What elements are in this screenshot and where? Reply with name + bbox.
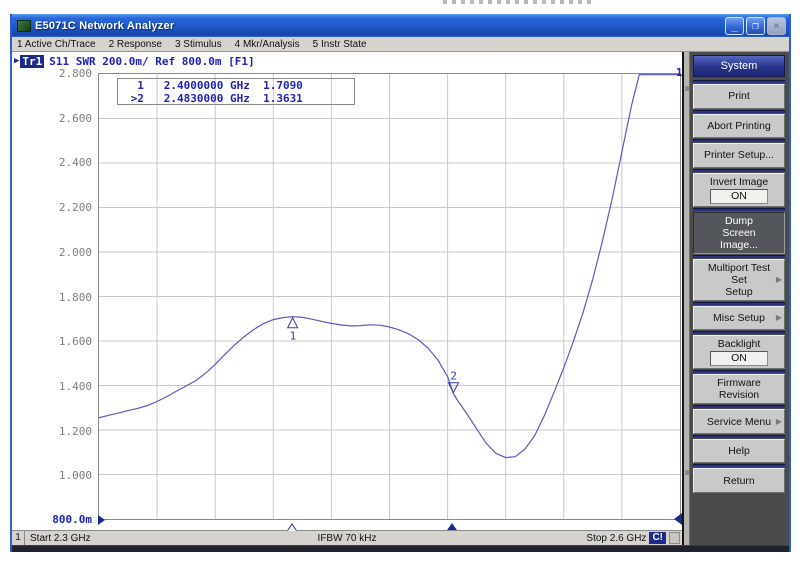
- softkey-separator: [693, 435, 785, 438]
- softkey-label: Service Menu: [707, 416, 771, 428]
- softkey-separator: [693, 139, 785, 142]
- softkey-toggle-state: ON: [710, 351, 768, 366]
- softkey-firmware-revision[interactable]: FirmwareRevision: [693, 374, 785, 404]
- cal-status-badge: C!: [649, 532, 666, 544]
- y-axis-reference-label: 800.0m: [14, 513, 92, 526]
- softkey-separator: [693, 331, 785, 334]
- softkey-misc-setup[interactable]: Misc Setup ▶: [693, 306, 785, 331]
- softkey-invert-image[interactable]: Invert ImageON: [693, 173, 785, 207]
- menu-item-1-active-ch-trace[interactable]: 1 Active Ch/Trace: [17, 39, 96, 50]
- marker-readout-row: >2 2.4830000 GHz 1.3631: [124, 92, 354, 105]
- trace-status-line[interactable]: ▶ Tr1 S11 SWR 200.0m/ Ref 800.0m [F1]: [14, 54, 255, 68]
- y-axis-label: 1.400: [14, 380, 92, 393]
- window-title: E5071C Network Analyzer: [35, 20, 725, 32]
- softkey-separator: [693, 255, 785, 258]
- softkey-label: Revision: [719, 389, 759, 401]
- instrument-screen: ▶ Tr1 S11 SWR 200.0m/ Ref 800.0m [F1] 12…: [12, 52, 682, 545]
- y-axis-label: 1.800: [14, 291, 92, 304]
- trace-id-chip: Tr1: [20, 55, 44, 68]
- softkey-label: Help: [728, 445, 750, 457]
- submenu-arrow-icon: ▶: [776, 416, 782, 428]
- channel-number: 1: [12, 531, 25, 545]
- softkey-multiport-test-set-setup[interactable]: Multiport Test SetSetup ▶: [693, 259, 785, 301]
- softkey-backlight[interactable]: BacklightON: [693, 335, 785, 369]
- app-window: E5071C Network Analyzer _ ❐ × 1 Active C…: [10, 14, 791, 552]
- softkey-sidebar: System Print Abort Printing Printer Setup..…: [682, 52, 789, 545]
- softkey-label: Abort Printing: [707, 120, 771, 132]
- menu-item-3-stimulus[interactable]: 3 Stimulus: [175, 39, 222, 50]
- menu-bar: 1 Active Ch/Trace 2 Response 3 Stimulus 4 M…: [12, 37, 789, 52]
- softkey-label: Return: [723, 475, 755, 487]
- softkey-label: Misc Setup: [713, 312, 765, 324]
- title-bar[interactable]: E5071C Network Analyzer _ ❐ ×: [12, 14, 789, 37]
- menu-item-5-instr-state[interactable]: 5 Instr State: [313, 39, 367, 50]
- softkey-separator: [693, 464, 785, 467]
- softkey-printer-setup[interactable]: Printer Setup...: [693, 143, 785, 168]
- start-frequency: Start 2.3 GHz: [25, 533, 91, 544]
- reference-level-arrow-icon[interactable]: [98, 515, 105, 525]
- y-axis-label: 1.200: [14, 425, 92, 438]
- softkey-separator: [693, 405, 785, 408]
- softkey-return[interactable]: Return: [693, 468, 785, 493]
- minimize-button[interactable]: _: [725, 17, 744, 35]
- softkey-scrollbar[interactable]: [684, 52, 690, 545]
- submenu-arrow-icon: ▶: [776, 312, 782, 324]
- softkey-separator: [693, 80, 785, 83]
- softkey-print[interactable]: Print: [693, 84, 785, 109]
- marker-1-symbol-icon[interactable]: [288, 318, 298, 328]
- softkey-separator: [693, 169, 785, 172]
- close-button[interactable]: ×: [767, 17, 786, 35]
- y-axis-label: 1.600: [14, 335, 92, 348]
- clipped-text-fragment: [443, 0, 593, 4]
- y-axis-label: 2.000: [14, 246, 92, 259]
- marker-2-number: 2: [450, 370, 457, 383]
- submenu-arrow-icon: ▶: [776, 274, 782, 286]
- softkey-separator: [693, 302, 785, 305]
- y-axis-label: 2.400: [14, 156, 92, 169]
- softkey-abort-printing[interactable]: Abort Printing: [693, 114, 785, 139]
- y-axis-label: 1.000: [14, 469, 92, 482]
- softkey-toggle-state: ON: [710, 189, 768, 204]
- marker-readout-row: 1 2.4000000 GHz 1.7090: [124, 79, 354, 92]
- softkey-help[interactable]: Help: [693, 439, 785, 464]
- menu-item-4-mkr-analysis[interactable]: 4 Mkr/Analysis: [235, 39, 300, 50]
- ifbw-readout: IFBW 70 kHz: [12, 533, 682, 544]
- menu-item-2-response[interactable]: 2 Response: [109, 39, 162, 50]
- restore-button[interactable]: ❐: [746, 17, 765, 35]
- channel-status-bar: 1 Start 2.3 GHz IFBW 70 kHz Stop 2.6 GHz…: [12, 530, 682, 545]
- softkey-header-system[interactable]: System: [693, 55, 785, 77]
- marker-1-number: 1: [290, 330, 297, 343]
- softkey-dump-screen-image[interactable]: DumpScreen Image...: [693, 212, 785, 254]
- trace-plot-svg: 12: [99, 74, 680, 519]
- app-icon: [17, 20, 31, 32]
- active-trace-arrow-icon: ▶: [14, 56, 19, 66]
- softkey-label: Invert Image: [710, 176, 768, 188]
- y-axis-label: 2.800: [14, 67, 92, 80]
- softkey-separator: [693, 208, 785, 211]
- softkey-label: Multiport Test Set: [702, 262, 776, 286]
- y-axis-label: 2.200: [14, 201, 92, 214]
- softkey-label: Print: [728, 90, 750, 102]
- plot-area: 12 1 2.4000000 GHz 1.7090 >2 2.4830000 G…: [98, 73, 681, 520]
- stop-frequency: Stop 2.6 GHz: [586, 533, 646, 544]
- softkey-label: Dump: [725, 215, 753, 227]
- softkey-label: Firmware: [717, 377, 761, 389]
- sweep-edge-arrow-icon: [674, 513, 682, 525]
- marker-readout-box: 1 2.4000000 GHz 1.7090 >2 2.4830000 GHz …: [117, 78, 355, 105]
- softkey-separator: [693, 110, 785, 113]
- window-bottom-edge: [12, 545, 789, 552]
- softkey-label: Backlight: [718, 338, 761, 350]
- softkey-separator: [693, 370, 785, 373]
- y-axis-label: 2.600: [14, 112, 92, 125]
- softkey-label: Screen Image...: [702, 227, 776, 251]
- status-spacer-box: [669, 532, 680, 544]
- softkey-label: Printer Setup...: [704, 149, 774, 161]
- softkey-service-menu[interactable]: Service Menu ▶: [693, 409, 785, 434]
- softkey-label: Setup: [725, 286, 752, 298]
- trace-format-text: S11 SWR 200.0m/ Ref 800.0m [F1]: [49, 55, 254, 68]
- softkey-empty-area: [693, 493, 785, 545]
